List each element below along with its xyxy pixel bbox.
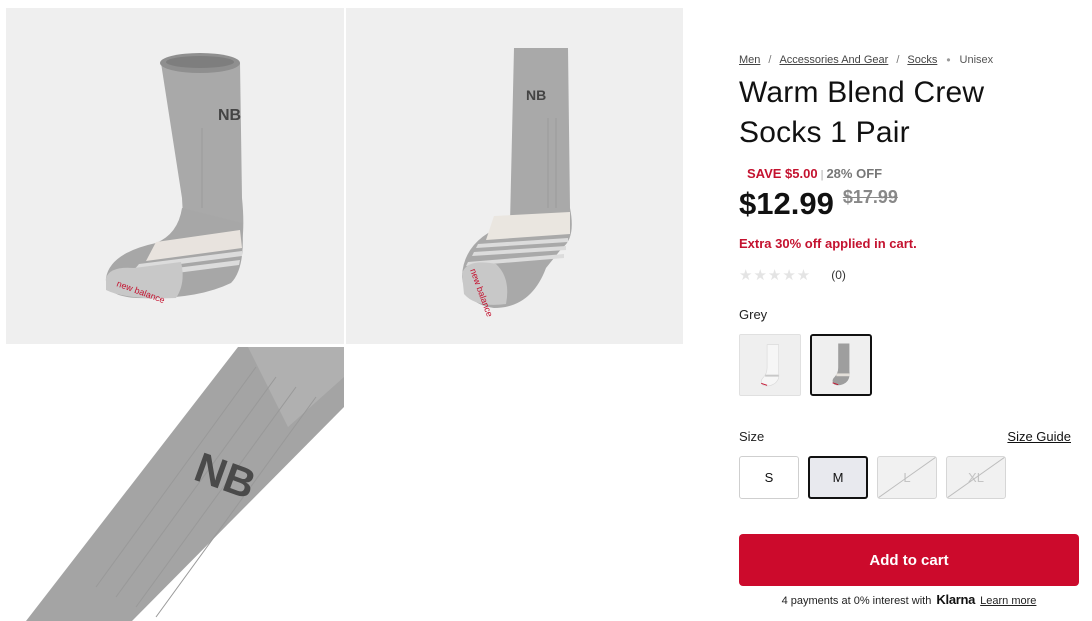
grey-sock-thumbnail — [812, 336, 870, 394]
size-options: S M L XL — [739, 456, 1006, 499]
breadcrumb-dot: • — [946, 53, 951, 67]
product-image-detail-view[interactable]: NB — [6, 347, 344, 621]
product-gallery: new balance NB new balance NB NB — [0, 0, 690, 621]
color-swatch-grey[interactable] — [810, 334, 872, 396]
price-row: $12.99 $17.99 — [739, 186, 898, 222]
percent-off: 28% OFF — [826, 166, 883, 181]
unavailable-strike-icon — [878, 457, 936, 498]
klarna-text: 4 payments at 0% interest with — [781, 595, 932, 607]
breadcrumb-separator: / — [768, 54, 772, 66]
size-label: Size — [739, 429, 765, 444]
color-swatch-white[interactable] — [739, 334, 801, 396]
product-details-panel: Men / Accessories And Gear / Socks • Uni… — [739, 0, 1084, 621]
breadcrumb-link-men[interactable]: Men — [739, 54, 760, 66]
review-count: (0) — [831, 268, 846, 282]
color-swatches — [739, 334, 872, 396]
svg-text:NB: NB — [218, 107, 241, 124]
klarna-financing: 4 payments at 0% interest with Klarna Le… — [739, 592, 1079, 607]
product-image-side-view[interactable]: new balance NB — [6, 8, 344, 344]
size-option-l[interactable]: L — [877, 456, 937, 499]
unavailable-strike-icon — [947, 457, 1005, 498]
svg-text:NB: NB — [526, 87, 546, 103]
add-to-cart-button[interactable]: Add to cart — [739, 534, 1079, 586]
product-image-flat-view[interactable]: new balance NB — [346, 8, 683, 344]
star-rating-icon: ★★★★★ — [739, 267, 812, 284]
rating-summary[interactable]: ★★★★★ (0) — [739, 266, 846, 284]
color-label: Grey — [739, 307, 768, 322]
current-price: $12.99 — [739, 186, 834, 221]
product-title: Warm Blend Crew Socks 1 Pair — [739, 76, 985, 149]
klarna-logo-icon: Klarna — [936, 592, 976, 607]
save-amount: SAVE $5.00 — [747, 166, 818, 181]
white-sock-thumbnail — [740, 335, 800, 395]
promo-message: Extra 30% off applied in cart. — [739, 236, 917, 251]
size-option-m[interactable]: M — [808, 456, 868, 499]
savings-line: SAVE $5.00 | 28% OFF — [747, 166, 882, 181]
original-price: $17.99 — [842, 187, 898, 207]
breadcrumb-current: Unisex — [959, 54, 994, 66]
breadcrumb-link-socks[interactable]: Socks — [907, 54, 937, 66]
breadcrumb-separator: / — [896, 54, 900, 66]
breadcrumb: Men / Accessories And Gear / Socks • Uni… — [739, 53, 993, 67]
size-option-s[interactable]: S — [739, 456, 799, 499]
klarna-learn-more-link[interactable]: Learn more — [980, 595, 1036, 607]
size-guide-link[interactable]: Size Guide — [1007, 429, 1071, 444]
sock-detail-image: NB — [6, 347, 344, 621]
breadcrumb-link-accessories[interactable]: Accessories And Gear — [779, 54, 888, 66]
size-option-xl[interactable]: XL — [946, 456, 1006, 499]
sock-flat-image: new balance NB — [346, 8, 683, 344]
sock-side-image: new balance NB — [6, 8, 344, 344]
savings-divider: | — [820, 169, 824, 181]
